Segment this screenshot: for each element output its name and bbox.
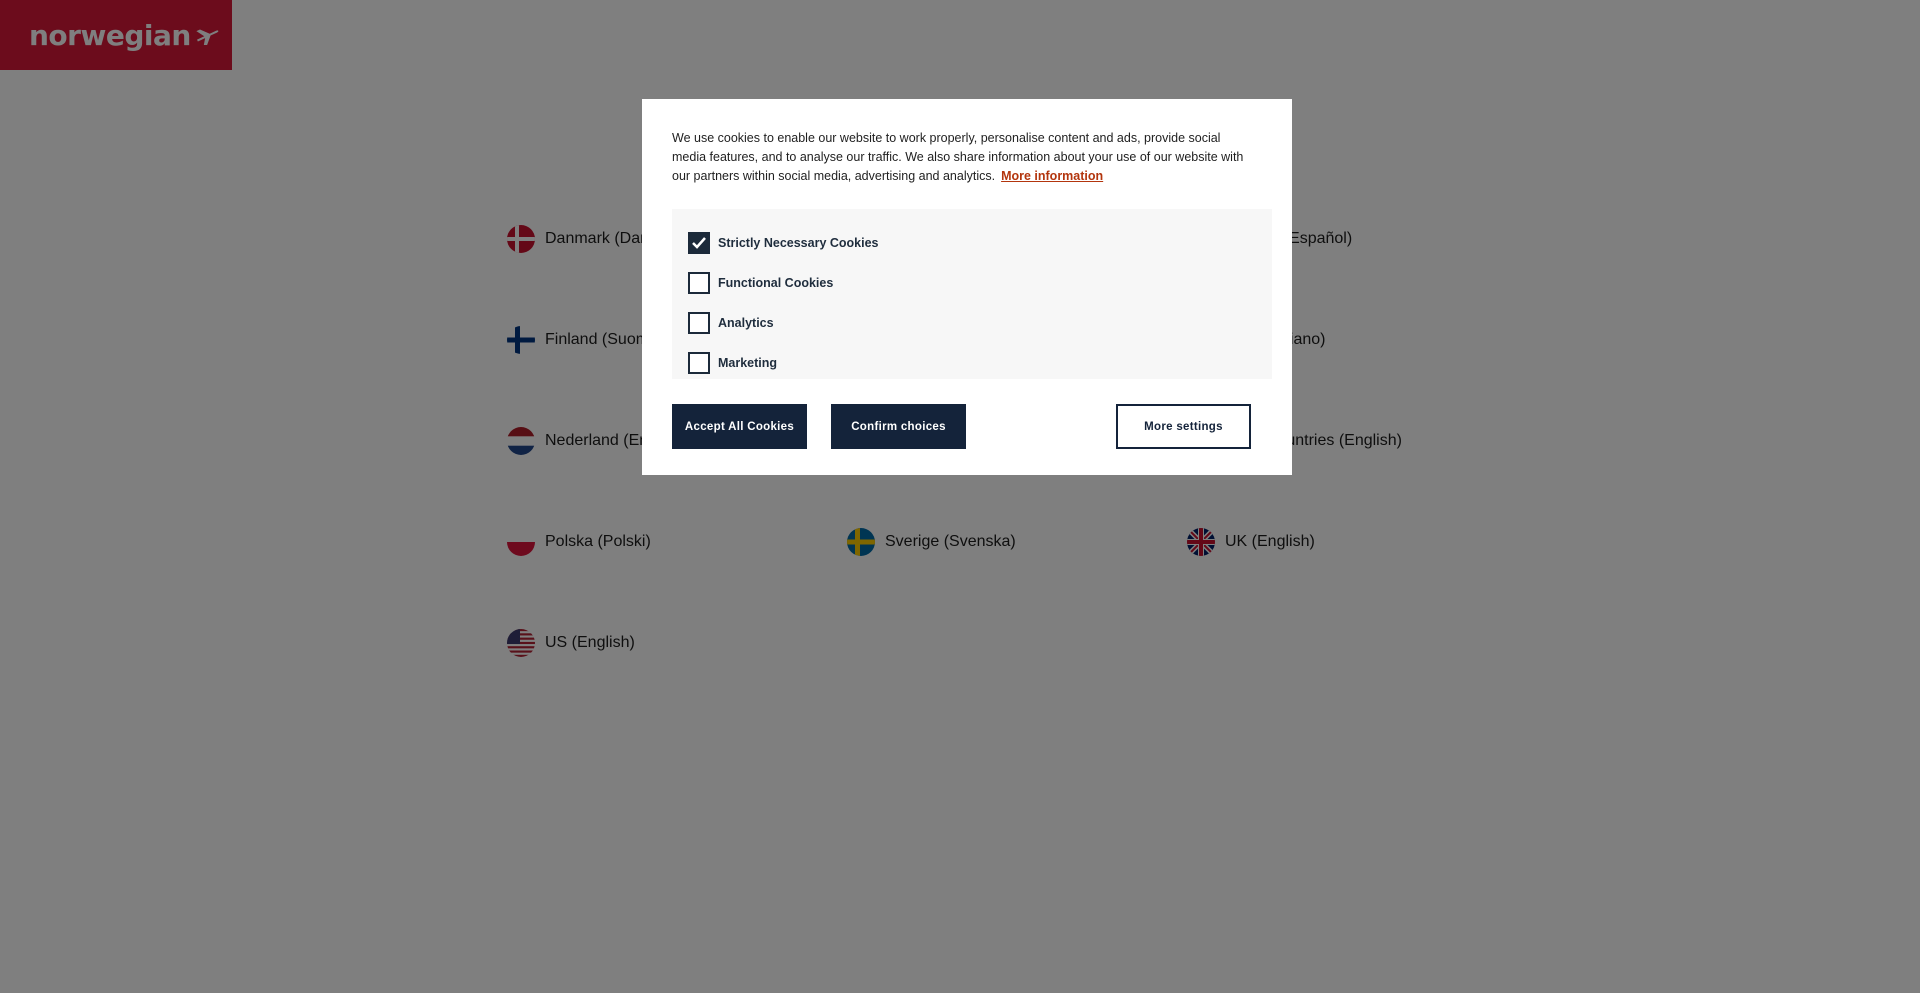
more-settings-button[interactable]: More settings — [1116, 404, 1251, 449]
strictly-necessary-checkbox[interactable] — [688, 232, 710, 254]
cookie-consent-dialog: We use cookies to enable our website to … — [642, 99, 1292, 475]
cookie-description-text: We use cookies to enable our website to … — [672, 131, 1244, 183]
marketing-checkbox[interactable] — [688, 352, 710, 374]
choice-label: Analytics — [718, 316, 774, 330]
choice-strictly-necessary[interactable]: Strictly Necessary Cookies — [688, 223, 1272, 263]
choice-label: Marketing — [718, 356, 778, 370]
cookie-choices: Strictly Necessary Cookies Functional Co… — [672, 209, 1272, 379]
confirm-choices-button[interactable]: Confirm choices — [831, 404, 966, 449]
accept-all-cookies-button[interactable]: Accept All Cookies — [672, 404, 807, 449]
choice-marketing[interactable]: Marketing — [688, 343, 1272, 383]
choice-label: Strictly Necessary Cookies — [718, 236, 879, 250]
analytics-checkbox[interactable] — [688, 312, 710, 334]
cookie-buttons: Accept All Cookies Confirm choices More … — [672, 404, 1272, 449]
choice-analytics[interactable]: Analytics — [688, 303, 1272, 343]
cookie-description: We use cookies to enable our website to … — [672, 129, 1252, 186]
choice-functional[interactable]: Functional Cookies — [688, 263, 1272, 303]
more-information-link[interactable]: More information — [1001, 169, 1103, 183]
checkmark-icon — [692, 237, 706, 249]
functional-checkbox[interactable] — [688, 272, 710, 294]
choice-label: Functional Cookies — [718, 276, 834, 290]
